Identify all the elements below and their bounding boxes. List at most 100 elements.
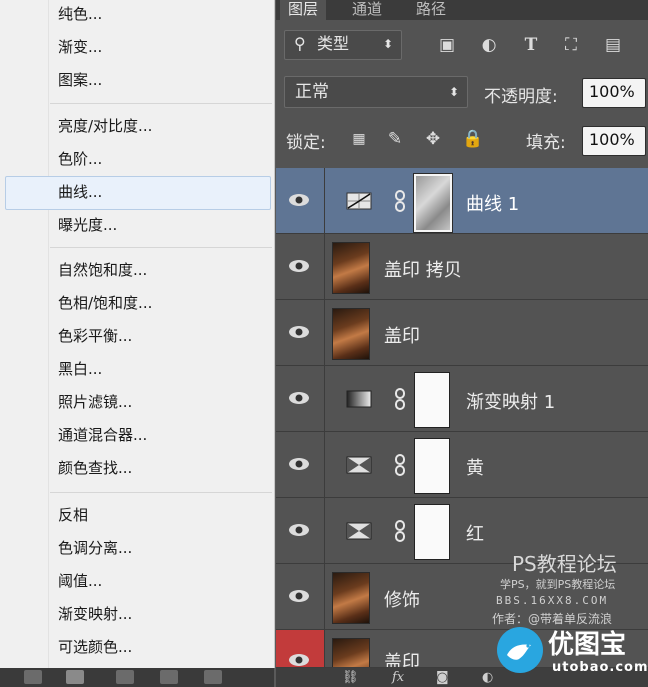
watermark-line1: 学PS，就到PS教程论坛 — [500, 578, 616, 591]
menu-item-channel-mixer[interactable]: 通道混合器... — [58, 424, 147, 446]
pixel-filter-icon[interactable]: ▣ — [436, 34, 458, 56]
menu-item-color-lookup[interactable]: 颜色查找... — [58, 457, 132, 479]
menu-item-gradient[interactable]: 渐变... — [58, 36, 102, 58]
layer-mask-thumbnail[interactable] — [414, 372, 450, 428]
eye-icon[interactable] — [288, 456, 310, 472]
eye-divider — [324, 630, 325, 667]
menu-item-photo-filter[interactable]: 照片滤镜... — [58, 391, 132, 413]
channel-mixer-icon — [346, 456, 372, 474]
new-icon[interactable] — [160, 670, 178, 684]
layer-name: 红 — [466, 524, 484, 545]
menu-item-exposure[interactable]: 曝光度... — [58, 214, 117, 236]
menu-item-threshold[interactable]: 阈值... — [58, 570, 102, 592]
menu-item-color-balance[interactable]: 色彩平衡... — [58, 325, 132, 347]
menu-item-posterize[interactable]: 色调分离... — [58, 537, 132, 559]
menu-item-vibrance[interactable]: 自然饱和度... — [58, 259, 147, 281]
layer-row-stamp-copy[interactable]: 盖印 拷贝 — [276, 234, 648, 300]
link-icon[interactable] — [394, 520, 406, 542]
adjustment-icon[interactable]: ◐ — [482, 670, 493, 685]
lock-label: 锁定: — [286, 133, 326, 153]
menu-item-pattern[interactable]: 图案... — [58, 69, 102, 91]
eye-divider — [324, 300, 325, 365]
tab-layers[interactable]: 图层 — [280, 0, 327, 20]
layer-thumbnail[interactable] — [332, 638, 370, 667]
eye-icon[interactable] — [288, 324, 310, 340]
menu-separator — [50, 247, 272, 248]
bird-logo-icon — [497, 627, 543, 673]
opacity-input[interactable]: 100% — [582, 78, 646, 108]
layer-name: 盖印 — [384, 326, 420, 347]
lock-brush-icon[interactable]: ✎ — [384, 128, 406, 150]
link-icon[interactable] — [394, 454, 406, 476]
group-icon[interactable] — [116, 670, 134, 684]
eye-icon[interactable] — [288, 652, 310, 668]
link-icon[interactable] — [394, 388, 406, 410]
layer-row-curves[interactable]: 曲线 1 — [276, 168, 648, 234]
menu-item-selective-color[interactable]: 可选颜色... — [58, 636, 132, 658]
blend-mode-label: 正常 — [295, 82, 329, 102]
type-filter-icon[interactable]: T — [520, 34, 542, 56]
layer-name: 曲线 1 — [466, 194, 520, 215]
eye-divider — [324, 234, 325, 299]
eye-icon[interactable] — [288, 390, 310, 406]
search-icon: ⚲ — [294, 34, 306, 53]
layer-thumbnail[interactable] — [332, 242, 370, 294]
blend-mode-select[interactable]: 正常 ⬍ — [284, 76, 468, 108]
gradient-map-icon — [346, 390, 372, 408]
menu-bottom-strip — [0, 668, 274, 687]
shape-filter-icon[interactable]: ⛶ — [560, 34, 582, 56]
layer-name: 渐变映射 1 — [466, 392, 556, 413]
eye-icon[interactable] — [288, 522, 310, 538]
adjustment-icon[interactable] — [66, 670, 84, 684]
lock-move-icon[interactable]: ✥ — [422, 128, 444, 150]
new-layer-icon[interactable] — [24, 670, 42, 684]
eye-icon[interactable] — [288, 588, 310, 604]
menu-gutter — [0, 0, 49, 668]
menu-item-solid-color[interactable]: 纯色... — [58, 3, 102, 25]
smart-object-filter-icon[interactable]: ▤ — [602, 34, 624, 56]
menu-item-curves[interactable]: 曲线... — [58, 181, 102, 203]
opacity-label: 不透明度: — [484, 87, 558, 107]
eye-icon[interactable] — [288, 258, 310, 274]
layer-name: 黄 — [466, 458, 484, 479]
menu-item-levels[interactable]: 色阶... — [58, 148, 102, 170]
layer-mask-thumbnail[interactable] — [413, 173, 453, 233]
layer-row-gradient-map[interactable]: 渐变映射 1 — [276, 366, 648, 432]
eye-icon[interactable] — [288, 192, 310, 208]
filter-kind-select[interactable]: 类型 ⬍ ⚲ — [284, 30, 402, 60]
menu-item-black-white[interactable]: 黑白... — [58, 358, 102, 380]
fill-label: 填充: — [526, 133, 566, 153]
curves-adjustment-icon — [346, 192, 372, 210]
watermark-site: utobao.com — [552, 660, 648, 675]
eye-divider — [324, 366, 325, 431]
fx-icon[interactable]: fx — [392, 670, 404, 685]
watermark-brand: 优图宝 — [548, 630, 627, 660]
layer-mask-thumbnail[interactable] — [414, 438, 450, 494]
layer-mask-thumbnail[interactable] — [414, 504, 450, 560]
fill-input[interactable]: 100% — [582, 126, 646, 156]
menu-item-invert[interactable]: 反相 — [58, 504, 88, 526]
eye-divider — [324, 498, 325, 563]
adjustment-filter-icon[interactable]: ◐ — [478, 34, 500, 56]
tab-paths[interactable]: 路径 — [408, 0, 454, 20]
link-icon[interactable] — [394, 190, 406, 212]
panel-tabs: 图层 通道 路径 — [276, 0, 648, 20]
menu-item-gradient-map[interactable]: 渐变映射... — [58, 603, 132, 625]
menu-item-hue-saturation[interactable]: 色相/饱和度... — [58, 292, 152, 314]
lock-all-icon[interactable]: 🔒 — [462, 128, 484, 150]
layer-name: 修饰 — [384, 590, 420, 611]
menu-item-brightness-contrast[interactable]: 亮度/对比度... — [58, 115, 152, 137]
layer-row-stamp[interactable]: 盖印 — [276, 300, 648, 366]
eye-divider — [324, 432, 325, 497]
layer-thumbnail[interactable] — [332, 572, 370, 624]
layer-thumbnail[interactable] — [332, 308, 370, 360]
trash-icon[interactable] — [204, 670, 222, 684]
watermark-line2: BBS.16XX8.COM — [496, 594, 609, 607]
mask-icon[interactable]: ◙ — [436, 670, 449, 685]
lock-transparent-icon[interactable]: ▦ — [348, 128, 370, 150]
layer-row-yellow[interactable]: 黄 — [276, 432, 648, 498]
link-icon[interactable]: ⛓ — [342, 670, 359, 685]
layer-name: 盖印 拷贝 — [384, 260, 462, 281]
tab-channels[interactable]: 通道 — [344, 0, 390, 20]
filter-kind-label: 类型 — [317, 34, 350, 53]
